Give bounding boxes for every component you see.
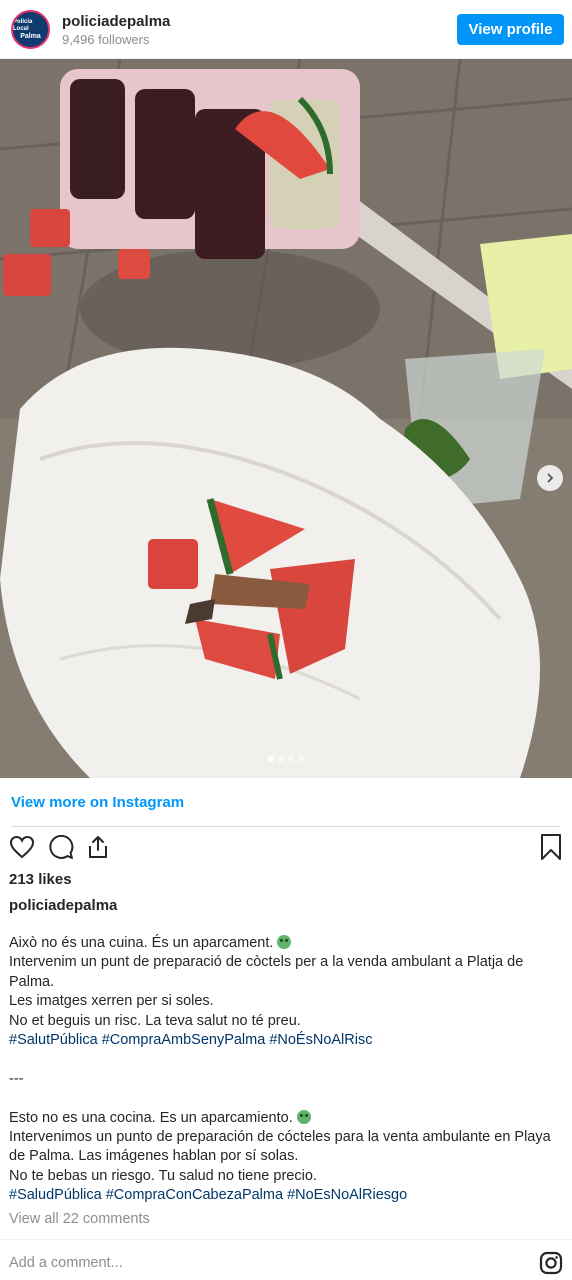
carousel-dot — [268, 756, 274, 762]
user-block: policiadepalma 9,496 followers — [62, 13, 170, 48]
divider — [11, 826, 561, 827]
avatar-text-bottom: Palma — [20, 32, 41, 40]
caption-hashtags[interactable]: #SalutPública #CompraAmbSenyPalma #NoÉsN… — [9, 1031, 561, 1050]
post-photo[interactable] — [0, 59, 572, 778]
instagram-glyph — [539, 1251, 563, 1275]
caption-text: Això no és una cuina. És un aparcament. — [9, 935, 274, 951]
share-icon — [89, 836, 107, 858]
caption-text: Esto no es una cocina. Es un aparcamient… — [9, 1109, 293, 1126]
next-image-button[interactable] — [537, 465, 563, 491]
instagram-logo-icon[interactable] — [539, 1251, 563, 1275]
divider — [0, 1239, 572, 1240]
action-bar — [0, 832, 572, 864]
share-button[interactable] — [83, 832, 113, 862]
caption-username[interactable]: policiadepalma — [9, 897, 117, 914]
heart-icon — [9, 835, 35, 859]
carousel-dots — [0, 756, 572, 762]
caption-line: Intervenimos un punto de preparación de … — [9, 1129, 551, 1165]
caption-separator: --- — [9, 1070, 24, 1087]
bookmark-icon — [541, 834, 561, 860]
post-header: Policia Local Palma policiadepalma 9,496… — [0, 0, 572, 59]
nauseated-face-emoji-icon — [277, 935, 292, 949]
carousel-dot — [278, 756, 284, 762]
post-image — [0, 59, 572, 778]
carousel-dot — [298, 756, 304, 762]
follower-count: 9,496 followers — [62, 32, 150, 47]
save-button[interactable] — [536, 832, 566, 862]
view-profile-button[interactable]: View profile — [457, 14, 564, 45]
comment-button[interactable] — [46, 832, 76, 862]
carousel-dot — [288, 756, 294, 762]
like-count[interactable]: 213 likes — [9, 871, 72, 888]
caption-line: No te bebas un riesgo. Tu salud no tiene… — [9, 1167, 317, 1184]
caption-line: Esto no es una cocina. Es un aparcamient… — [9, 1109, 561, 1128]
add-comment-input[interactable]: Add a comment... — [9, 1255, 123, 1271]
view-comments-link[interactable]: View all 22 comments — [9, 1211, 150, 1227]
avatar-text-top: Policia Local — [13, 18, 33, 32]
post-caption: Això no és una cuina. És un aparcament. … — [9, 934, 561, 1206]
nauseated-face-emoji-icon — [296, 1109, 311, 1124]
like-button[interactable] — [7, 832, 37, 862]
caption-line: Això no és una cuina. És un aparcament. — [9, 934, 561, 953]
view-more-link[interactable]: View more on Instagram — [11, 794, 184, 811]
caption-line: Les imatges xerren per si soles. — [9, 993, 214, 1010]
comment-icon — [49, 834, 74, 859]
caption-hashtags[interactable]: #SaludPública #CompraConCabezaPalma #NoE… — [9, 1186, 561, 1205]
caption-line: Intervenim un punt de preparació de còct… — [9, 954, 524, 990]
caption-line: No et beguis un risc. La teva salut no t… — [9, 1012, 301, 1029]
avatar[interactable]: Policia Local Palma — [11, 10, 50, 49]
next-arrow-icon — [547, 473, 554, 483]
username[interactable]: policiadepalma — [62, 13, 170, 31]
